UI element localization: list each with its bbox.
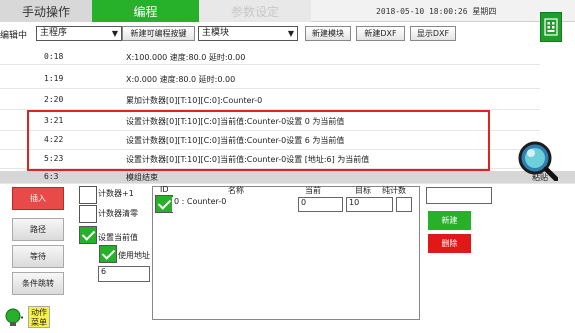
bulb-icon: • [5,308,24,326]
tab-params[interactable]: 参数设定 [199,0,311,22]
new-module-button[interactable]: 新建模块 [305,26,351,41]
program-line[interactable]: 2:20 累加计数器[0][T:10][C:0]:Counter-0 [0,91,540,110]
counter-row-pure-count[interactable] [396,197,412,212]
path-button[interactable]: 路径 [12,218,64,241]
new-counter-button[interactable]: 新建 [428,211,471,230]
counter-clear-checkbox[interactable] [79,205,97,223]
chevron-down-icon: ▼ [111,29,118,38]
tab-program[interactable]: 编程 [92,0,199,22]
new-dxf-button[interactable]: 新建DXF [356,26,405,41]
delete-counter-button[interactable]: 删除 [428,234,471,253]
program-line[interactable]: 1:19 X:0.000 速度:80.0 延时:0.00 [0,70,540,89]
use-address-checkbox[interactable] [99,245,117,263]
counter-clear-label: 计数器清零 [98,209,138,218]
col-header-target: 目标 [355,186,371,195]
action-menu-toggle[interactable]: • [2,306,24,328]
program-select[interactable]: 主程序 ▼ [36,26,122,41]
tab-manual[interactable]: 手动操作 [0,0,92,22]
counter-row-target[interactable]: 10 [346,197,393,212]
show-dxf-button[interactable]: 显示DXF [410,26,456,41]
keyboard-button[interactable] [540,12,562,42]
editing-label: 编辑中 [0,31,28,41]
magnifier-button[interactable] [516,139,559,182]
line-number: 2:20 [44,95,64,104]
col-header-pure-count: 纯计数 [382,186,406,195]
address-value-field[interactable]: 6 [98,266,150,282]
set-current-checkbox[interactable] [79,226,97,244]
program-select-value: 主程序 [40,28,68,38]
conditional-jump-button[interactable]: 条件跳转 [12,272,64,295]
right-input-field[interactable] [426,187,492,204]
keyboard-icon [544,18,558,36]
line-text: 累加计数器[0][T:10][C:0]:Counter-0 [126,96,263,105]
line-number: 1:19 [44,74,64,83]
line-text: 模组结束 [126,173,158,182]
wait-button[interactable]: 等待 [12,245,64,268]
col-header-id: ID [160,185,169,194]
datetime-display: 2018-05-10 18:00:26 星期四 [376,7,497,16]
module-select-value: 主模块 [202,28,230,38]
magnifier-icon [518,141,559,182]
line-number: 6:3 [44,172,59,181]
counter-row-current[interactable]: 0 [298,197,343,212]
chevron-down-icon: ▼ [287,29,294,38]
program-line[interactable]: 6:3 模组结束 粘贴 [0,171,575,184]
line-text: X:0.000 速度:80.0 延时:0.00 [126,75,236,84]
line-text: X:100.000 速度:80.0 延时:0.00 [126,53,246,62]
action-menu-button[interactable]: 动作菜单 [28,306,50,328]
col-header-current: 当前 [305,186,321,195]
svg-text:•: • [20,314,24,322]
counter-row-name: 0 : Counter-0 [172,197,294,212]
use-address-label: 使用地址 [118,251,150,260]
new-programmable-key-button[interactable]: 新建可编程按键 [122,26,195,41]
highlight-box [27,110,490,171]
module-select[interactable]: 主模块 ▼ [198,26,298,41]
insert-button[interactable]: 插入 [12,187,64,210]
counter-add-label: 计数器+1 [98,189,134,198]
col-header-name: 名称 [228,186,244,195]
program-line[interactable]: 0:18 X:100.000 速度:80.0 延时:0.00 [0,52,540,65]
counter-add-checkbox[interactable] [79,186,97,204]
line-number: 0:18 [44,52,64,61]
set-current-label: 设置当前值 [98,233,138,242]
counter-row-checkbox[interactable] [155,195,173,213]
